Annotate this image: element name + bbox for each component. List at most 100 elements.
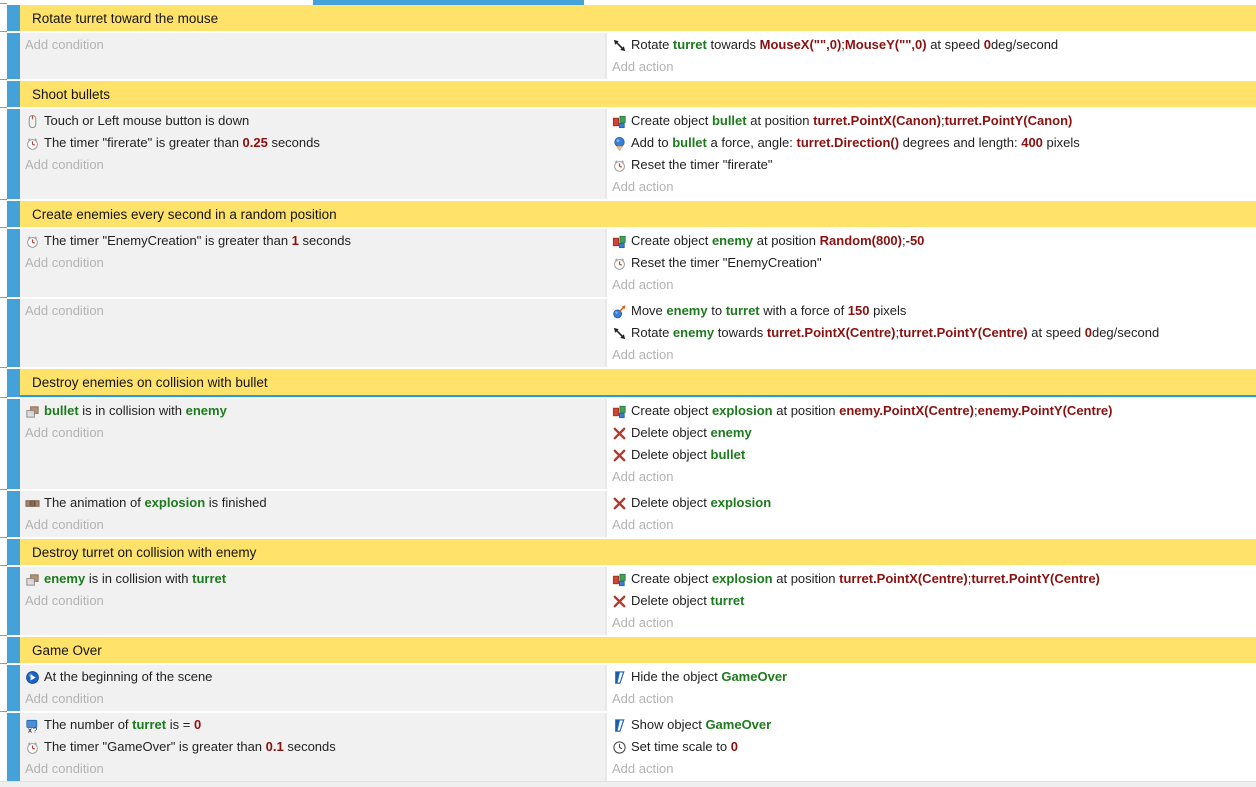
action-line-text: Show object GameOver [631,714,771,736]
action-line[interactable]: Show object GameOver [612,714,1252,736]
condition-line[interactable]: bullet is in collision with enemy [25,400,601,422]
event-drag-handle[interactable] [7,665,20,711]
create-object-icon [612,404,627,419]
add-condition-link[interactable]: Add condition [25,514,601,536]
condition-line-text: The timer "GameOver" is greater than 0.1… [44,736,336,758]
tree-tick [0,635,7,636]
event-gutter [0,713,20,781]
comment-header[interactable]: Rotate turret toward the mouse [20,5,1256,31]
action-line-text: Delete object explosion [631,492,771,514]
event-body: At the beginning of the sceneAdd conditi… [20,665,1256,711]
action-line[interactable]: Delete object bullet [612,444,1252,466]
add-condition-link[interactable]: Add condition [25,688,601,710]
add-action-link[interactable]: Add action [612,344,1252,366]
action-line[interactable]: Delete object enemy [612,422,1252,444]
condition-line[interactable]: The timer "EnemyCreation" is greater tha… [25,230,601,252]
delete-icon [612,426,627,441]
comment-header[interactable]: Destroy turret on collision with enemy [20,539,1256,565]
action-line-text: Create object explosion at position enem… [631,400,1112,422]
add-action-link[interactable]: Add action [612,274,1252,296]
event-drag-handle[interactable] [7,81,20,107]
event-body: x?The number of turret is = 0The timer "… [20,713,1256,781]
add-condition-link[interactable]: Add condition [25,34,601,56]
tree-tick [0,565,7,566]
event-drag-handle[interactable] [7,539,20,565]
add-action-link[interactable]: Add action [612,612,1252,634]
action-line[interactable]: Rotate turret towards MouseX("",0);Mouse… [612,34,1252,56]
event-row: The animation of explosion is finishedAd… [0,491,1256,537]
event-drag-handle[interactable] [7,201,20,227]
bottom-scrollbar-track[interactable] [0,781,1256,787]
event-drag-handle[interactable] [7,399,20,489]
event-body: bullet is in collision with enemyAdd con… [20,399,1256,489]
event-drag-handle[interactable] [7,713,20,781]
action-line-text: Hide the object GameOver [631,666,787,688]
event-drag-handle[interactable] [7,369,20,397]
delete-icon [612,594,627,609]
action-line[interactable]: Reset the timer "EnemyCreation" [612,252,1252,274]
action-line[interactable]: Create object explosion at position enem… [612,400,1252,422]
comment-header[interactable]: Shoot bullets [20,81,1256,107]
actions-cell: Create object enemy at position Random(8… [607,229,1256,297]
event-row: At the beginning of the sceneAdd conditi… [0,665,1256,711]
action-line[interactable]: Hide the object GameOver [612,666,1252,688]
action-line[interactable]: Move enemy to turret with a force of 150… [612,300,1252,322]
svg-text:?: ? [33,725,37,732]
add-action-link[interactable]: Add action [612,176,1252,198]
event-drag-handle[interactable] [7,5,20,31]
action-line[interactable]: Add to bullet a force, angle: turret.Dir… [612,132,1252,154]
event-drag-handle[interactable] [7,491,20,537]
event-drag-handle[interactable] [7,637,20,663]
event-drag-handle[interactable] [7,229,20,297]
event-body: Add condition Move enemy to turret with a… [20,299,1256,367]
add-condition-link[interactable]: Add condition [25,422,601,444]
timer-icon [25,234,40,249]
event-drag-handle[interactable] [7,299,20,367]
delete-icon [612,448,627,463]
event-drag-handle[interactable] [7,567,20,635]
action-line[interactable]: Create object bullet at position turret.… [612,110,1252,132]
comment-header[interactable]: Create enemies every second in a random … [20,201,1256,227]
object-count-icon: x? [25,718,40,733]
tree-tick [0,79,7,80]
condition-line-text: Touch or Left mouse button is down [44,110,249,132]
add-action-link[interactable]: Add action [612,688,1252,710]
move-to-icon [612,304,627,319]
action-line[interactable]: Delete object explosion [612,492,1252,514]
action-line[interactable]: Rotate enemy towards turret.PointX(Centr… [612,322,1252,344]
add-action-link[interactable]: Add action [612,514,1252,536]
add-action-link[interactable]: Add action [612,758,1252,780]
action-line[interactable]: Set time scale to 0 [612,736,1252,758]
condition-line[interactable]: x?The number of turret is = 0 [25,714,601,736]
condition-line[interactable]: The animation of explosion is finished [25,492,601,514]
comment-header[interactable]: Game Over [20,637,1256,663]
action-line[interactable]: Create object explosion at position turr… [612,568,1252,590]
timer-icon [612,158,627,173]
add-condition-link[interactable]: Add condition [25,252,601,274]
event-drag-handle[interactable] [7,109,20,199]
action-line[interactable]: Reset the timer "firerate" [612,154,1252,176]
event-drag-handle[interactable] [7,33,20,79]
add-action-link[interactable]: Add action [612,56,1252,78]
condition-line[interactable]: At the beginning of the scene [25,666,601,688]
add-condition-link[interactable]: Add condition [25,590,601,612]
add-condition-link[interactable]: Add condition [25,758,601,780]
add-action-link[interactable]: Add action [612,466,1252,488]
action-line-text: Create object explosion at position turr… [631,568,1100,590]
condition-line[interactable]: Touch or Left mouse button is down [25,110,601,132]
add-condition-link[interactable]: Add condition [25,154,601,176]
condition-line-text: At the beginning of the scene [44,666,212,688]
condition-line[interactable]: The timer "firerate" is greater than 0.2… [25,132,601,154]
condition-line[interactable]: The timer "GameOver" is greater than 0.1… [25,736,601,758]
action-line[interactable]: Create object enemy at position Random(8… [612,230,1252,252]
action-line-text: Reset the timer "EnemyCreation" [631,252,822,274]
action-line-text: Create object bullet at position turret.… [631,110,1072,132]
comment-header[interactable]: Destroy enemies on collision with bullet [20,369,1256,397]
action-line[interactable]: Delete object turret [612,590,1252,612]
action-line-text: Move enemy to turret with a force of 150… [631,300,906,322]
actions-cell: Show object GameOverSet time scale to 0A… [607,713,1256,781]
action-line-text: Add to bullet a force, angle: turret.Dir… [631,132,1080,154]
condition-line[interactable]: enemy is in collision with turret [25,568,601,590]
add-condition-link[interactable]: Add condition [25,300,601,322]
event-gutter [0,33,20,79]
